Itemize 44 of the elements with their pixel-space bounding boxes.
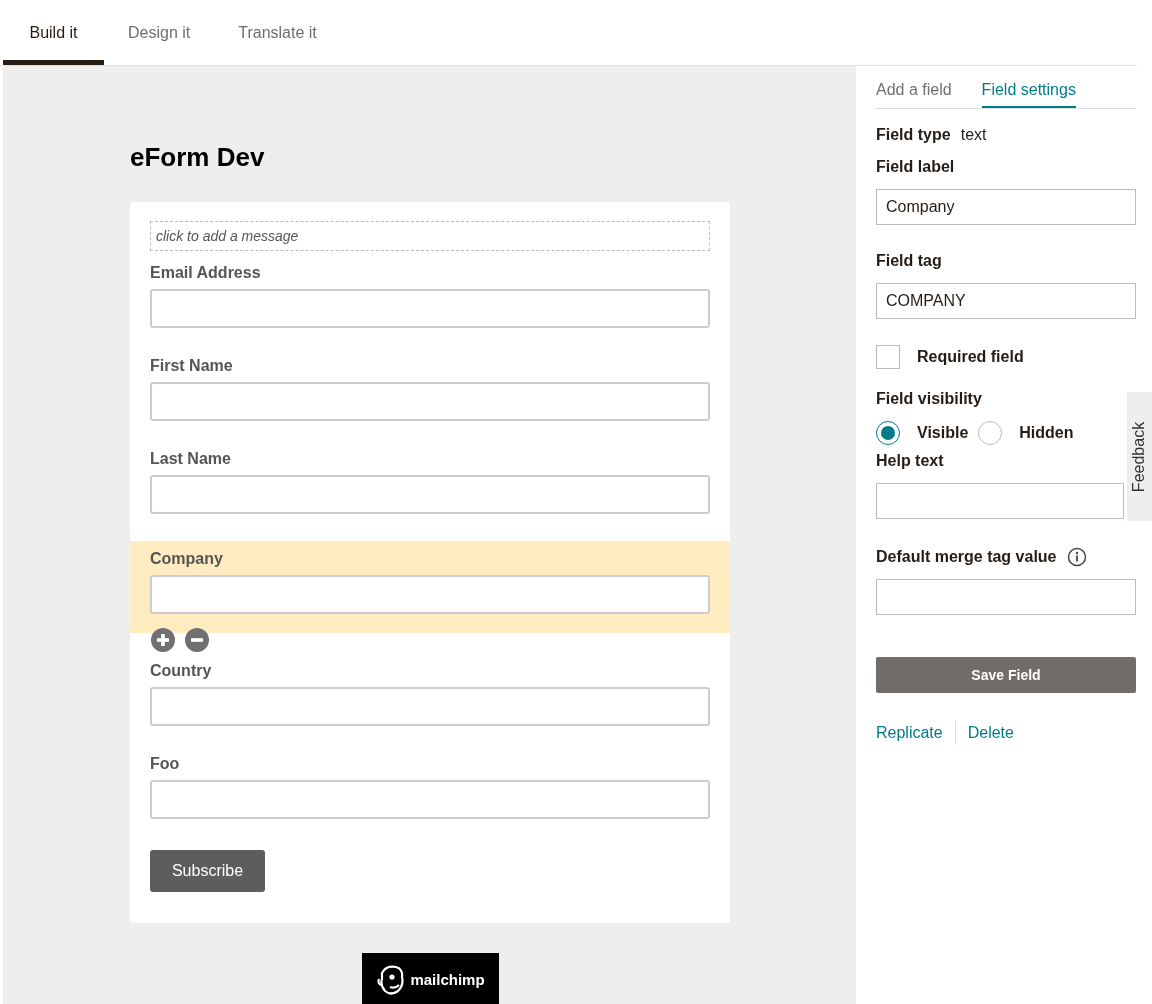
minus-icon[interactable] bbox=[185, 628, 209, 652]
action-link[interactable]: Replicate bbox=[876, 721, 943, 745]
field-label: First Name bbox=[150, 356, 234, 376]
field-label: Email Address bbox=[150, 263, 262, 283]
form-title: eForm Dev bbox=[130, 141, 266, 173]
radio-label: Hidden bbox=[1019, 423, 1074, 443]
tab[interactable]: Translate it bbox=[214, 0, 341, 65]
monkey-icon bbox=[376, 963, 407, 997]
field-label: Country bbox=[150, 661, 213, 681]
input-field[interactable] bbox=[150, 687, 710, 726]
checkbox[interactable] bbox=[876, 345, 900, 369]
help-text-label: Help text bbox=[876, 451, 945, 471]
help-text-input[interactable] bbox=[876, 483, 1124, 519]
plus-icon[interactable] bbox=[151, 628, 175, 652]
action-link[interactable]: Delete bbox=[967, 721, 1014, 745]
input-field[interactable] bbox=[150, 289, 710, 328]
panel-tab[interactable]: Field settings bbox=[981, 78, 1076, 108]
input-field[interactable] bbox=[150, 382, 710, 421]
panel-tab[interactable]: Add a field bbox=[876, 78, 952, 108]
required-label: Required field bbox=[917, 347, 1024, 367]
subscribe-button[interactable]: Subscribe bbox=[150, 850, 265, 892]
default-value-input[interactable] bbox=[876, 579, 1136, 615]
field-label: Last Name bbox=[150, 449, 232, 469]
tab[interactable]: Design it bbox=[104, 0, 215, 65]
visibility-label: Field visibility bbox=[876, 389, 983, 409]
default-value-label: Default merge tag value bbox=[876, 547, 1057, 567]
field-label: Company bbox=[150, 549, 224, 569]
badge-text: mailchimp bbox=[410, 969, 485, 990]
mailchimp-badge[interactable]: mailchimp bbox=[362, 953, 499, 1004]
field-tag-input[interactable]: COMPANY bbox=[876, 283, 1136, 319]
field-type-value: text bbox=[960, 125, 987, 145]
input-field[interactable] bbox=[150, 575, 710, 614]
save-field-button[interactable]: Save Field bbox=[876, 657, 1136, 693]
feedback-tab[interactable]: Feedback bbox=[1127, 392, 1152, 521]
field-tag-label: Field tag bbox=[876, 251, 943, 271]
input-field[interactable] bbox=[150, 780, 710, 819]
field-label-label: Field label bbox=[876, 157, 956, 177]
field-label: Foo bbox=[150, 754, 181, 774]
info-icon[interactable] bbox=[1066, 547, 1087, 567]
message-field[interactable]: click to add a message bbox=[150, 221, 710, 251]
radio-label: Visible bbox=[917, 423, 969, 443]
input-field[interactable] bbox=[150, 475, 710, 514]
field-type-label: Field type bbox=[876, 125, 951, 145]
field-label-input[interactable]: Company bbox=[876, 189, 1136, 225]
